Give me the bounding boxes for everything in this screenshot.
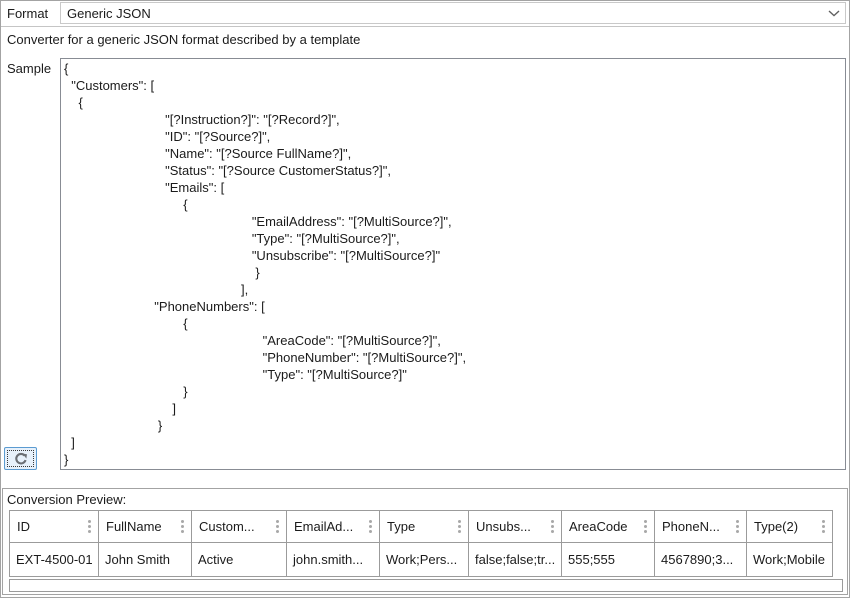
column-menu-dots-icon[interactable]: [88, 520, 91, 523]
column-header-label: EmailAd...: [294, 519, 353, 534]
grid-cell[interactable]: Active: [192, 543, 287, 577]
chevron-down-icon[interactable]: [823, 10, 845, 17]
column-header[interactable]: Type(2): [747, 511, 833, 543]
focus-rectangle: [7, 450, 34, 467]
column-menu-dots-icon[interactable]: [736, 520, 739, 523]
sample-label: Sample: [7, 61, 51, 76]
column-header-label: FullName: [106, 519, 162, 534]
grid-new-row-placeholder[interactable]: [9, 579, 843, 592]
grid-cell[interactable]: john.smith...: [287, 543, 380, 577]
refresh-sample-button[interactable]: [4, 447, 37, 470]
column-header-label: ID: [17, 519, 30, 534]
conversion-preview-label: Conversion Preview:: [7, 492, 126, 507]
grid-cell[interactable]: 4567890;3...: [655, 543, 747, 577]
column-header[interactable]: Custom...: [192, 511, 287, 543]
column-menu-dots-icon[interactable]: [551, 520, 554, 523]
column-header-label: PhoneN...: [662, 519, 720, 534]
column-menu-dots-icon[interactable]: [276, 520, 279, 523]
column-header[interactable]: AreaCode: [562, 511, 655, 543]
grid-data-row: EXT-4500-01John SmithActivejohn.smith...…: [10, 543, 833, 577]
grid-cell[interactable]: Work;Pers...: [380, 543, 469, 577]
column-header-label: Custom...: [199, 519, 255, 534]
grid-cell[interactable]: 555;555: [562, 543, 655, 577]
format-row-divider: [1, 26, 849, 27]
column-header-label: Type(2): [754, 519, 798, 534]
converter-window: Format Generic JSON Converter for a gene…: [0, 0, 850, 598]
column-menu-dots-icon[interactable]: [369, 520, 372, 523]
column-menu-dots-icon[interactable]: [822, 520, 825, 523]
grid-cell[interactable]: EXT-4500-01: [10, 543, 99, 577]
format-label: Format: [7, 6, 48, 21]
column-header-label: AreaCode: [569, 519, 628, 534]
format-dropdown-value: Generic JSON: [61, 6, 823, 21]
column-header[interactable]: PhoneN...: [655, 511, 747, 543]
column-header[interactable]: Type: [380, 511, 469, 543]
column-header[interactable]: Unsubs...: [469, 511, 562, 543]
column-header[interactable]: EmailAd...: [287, 511, 380, 543]
column-menu-dots-icon[interactable]: [181, 520, 184, 523]
grid-cell[interactable]: John Smith: [99, 543, 192, 577]
column-header-label: Type: [387, 519, 415, 534]
format-description: Converter for a generic JSON format desc…: [7, 32, 360, 47]
grid-cell[interactable]: false;false;tr...: [469, 543, 562, 577]
column-menu-dots-icon[interactable]: [458, 520, 461, 523]
sample-template-textarea[interactable]: { "Customers": [ { "[?Instruction?]": "[…: [60, 58, 846, 470]
column-header[interactable]: FullName: [99, 511, 192, 543]
preview-grid: ID FullName Custom... EmailAd... Type Unsubs.…: [9, 510, 833, 577]
format-dropdown[interactable]: Generic JSON: [60, 2, 846, 24]
column-menu-dots-icon[interactable]: [644, 520, 647, 523]
grid-header-row: ID FullName Custom... EmailAd... Type Unsubs.…: [10, 511, 833, 543]
grid-cell[interactable]: Work;Mobile: [747, 543, 833, 577]
column-header[interactable]: ID: [10, 511, 99, 543]
column-header-label: Unsubs...: [476, 519, 531, 534]
conversion-preview-panel: Conversion Preview: ID FullName Custom... E…: [2, 488, 848, 595]
